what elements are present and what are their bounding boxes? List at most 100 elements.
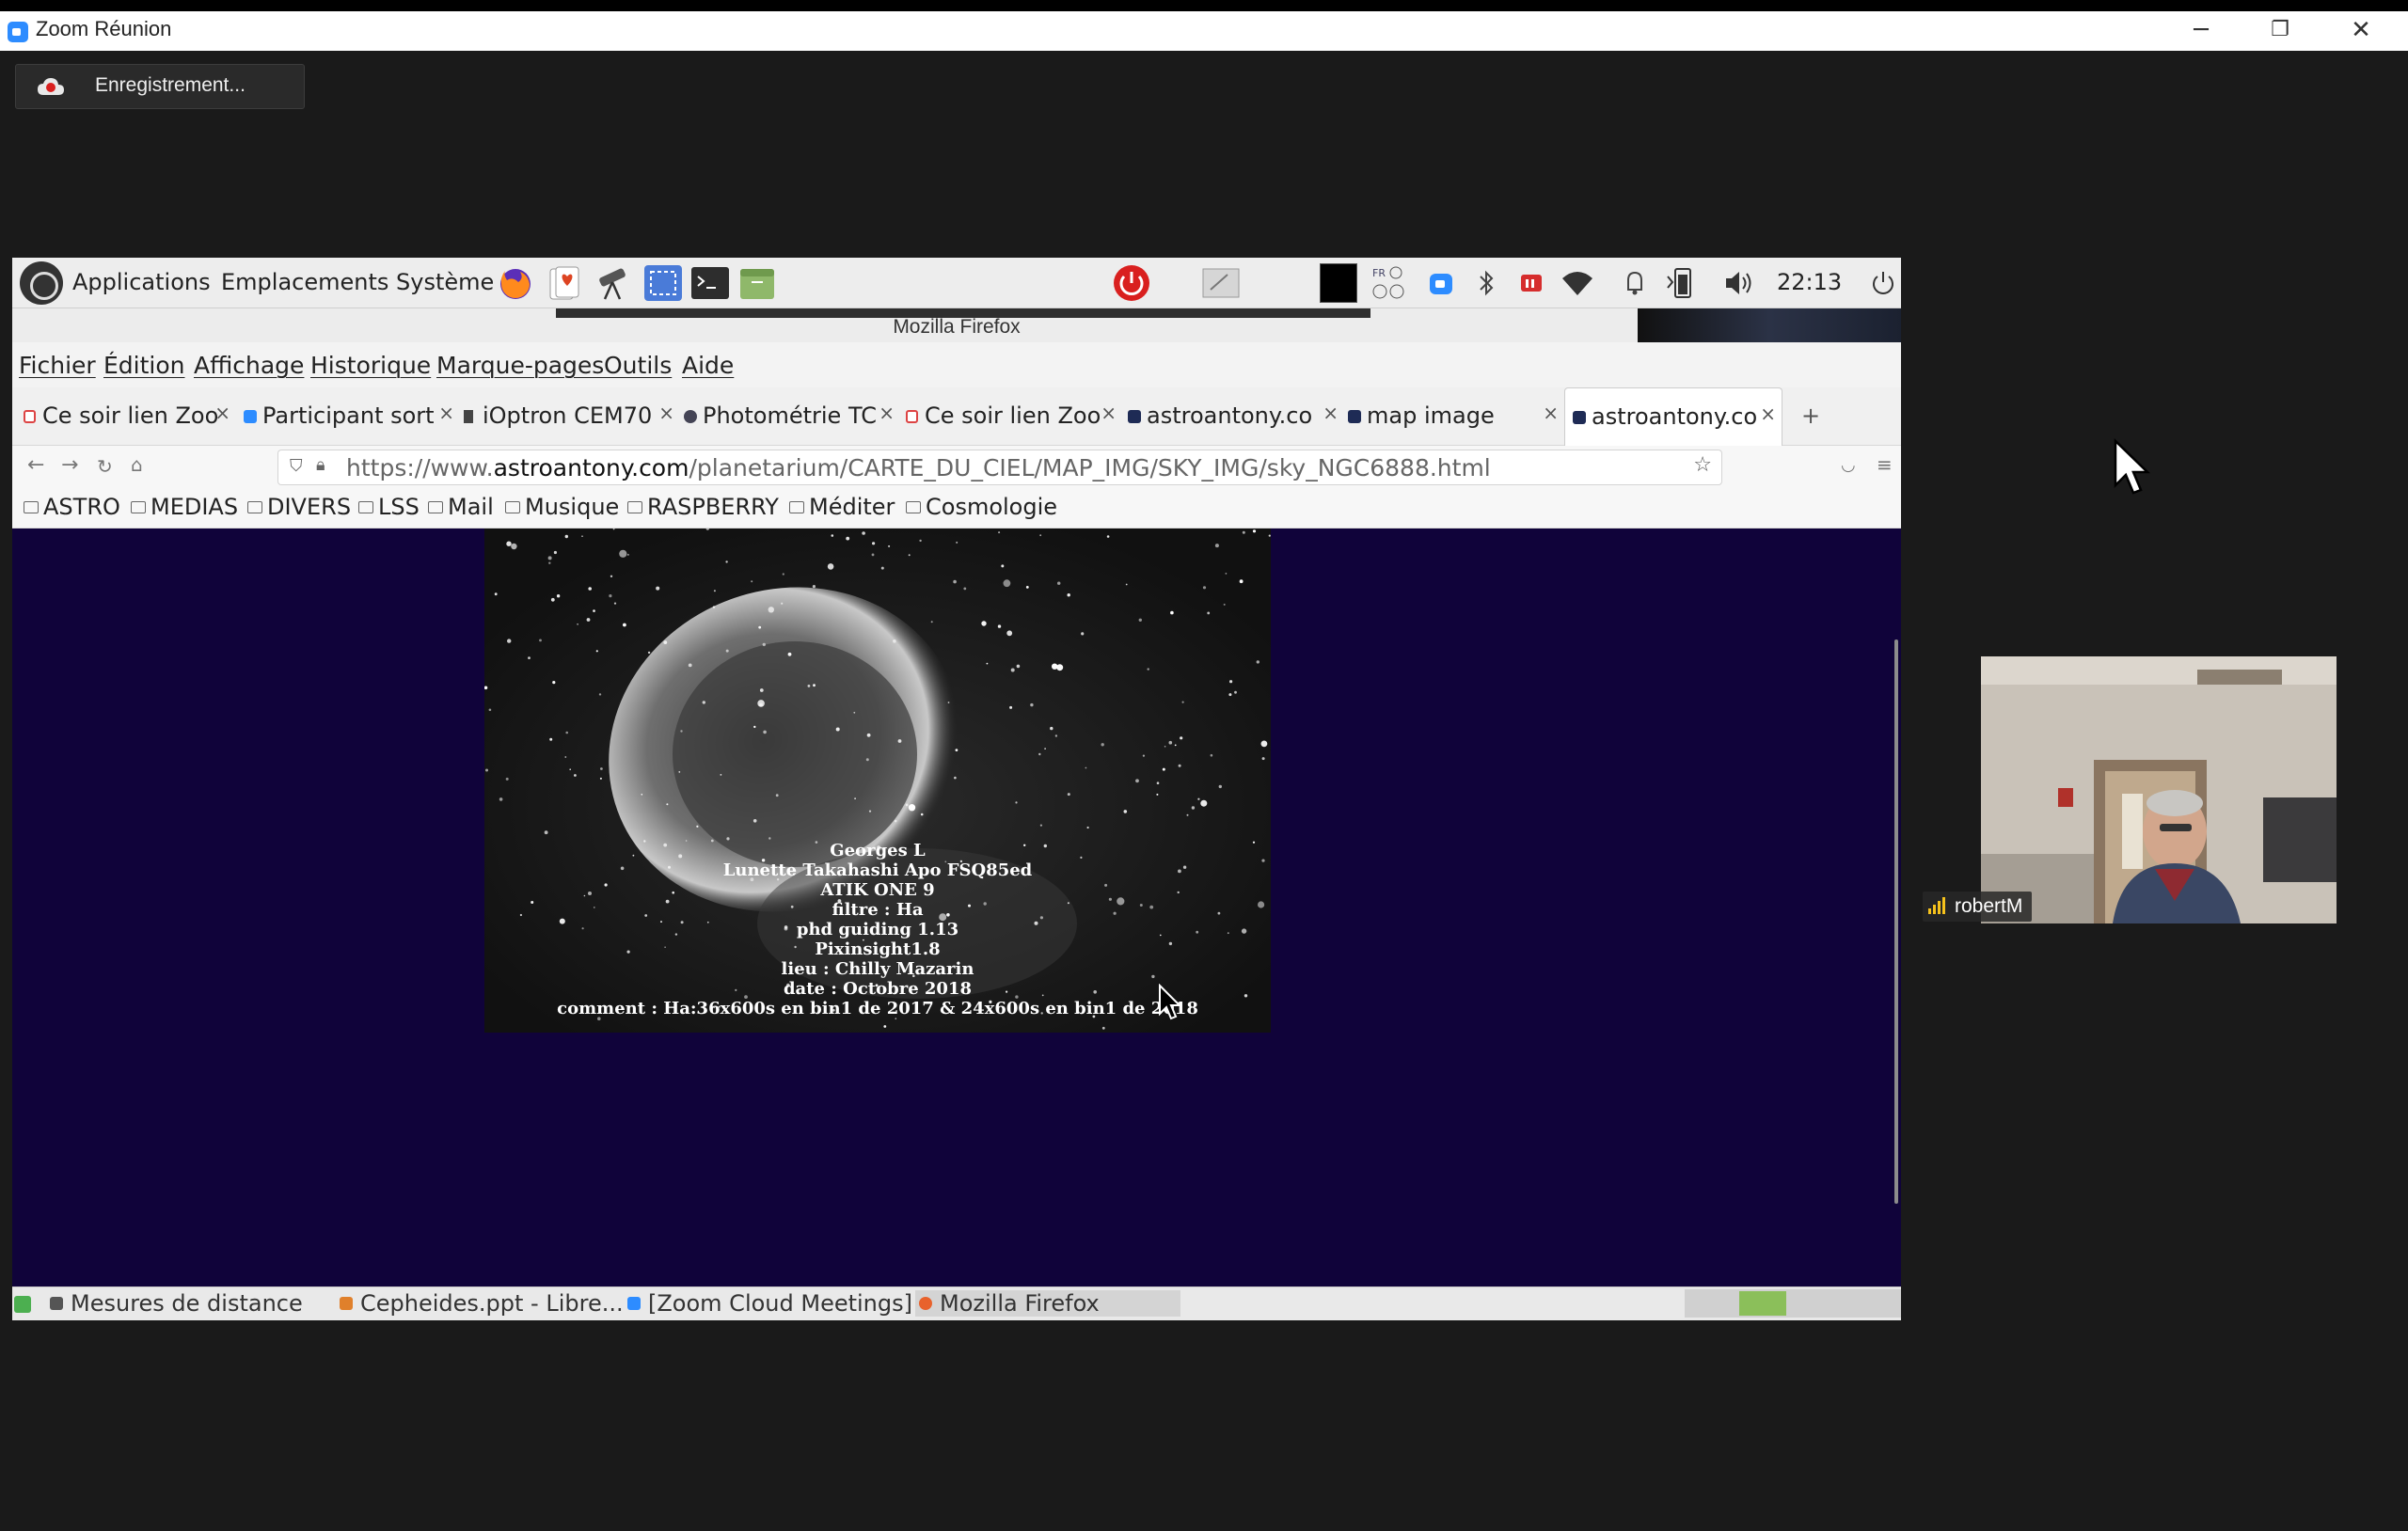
task-zoom-cloud-meetings[interactable]: [Zoom Cloud Meetings]	[627, 1290, 912, 1317]
tab-close-icon[interactable]: ×	[214, 402, 230, 424]
tab-participant[interactable]: Participant sort ×	[244, 387, 456, 446]
bookmark-divers[interactable]: DIVERS	[247, 494, 351, 520]
page-scrollbar[interactable]	[1888, 529, 1901, 1286]
tab-astroantony-active[interactable]: astroantony.co ×	[1564, 387, 1782, 446]
desktop-taskbar: Mesures de distance Cepheides.ppt - Libr…	[12, 1286, 1901, 1320]
screenshot-launcher-icon[interactable]	[642, 263, 684, 303]
menu-edition[interactable]: Édition	[103, 352, 185, 379]
media-tray-icon[interactable]	[1517, 263, 1545, 303]
star	[1142, 754, 1145, 757]
menu-emplacements[interactable]: Emplacements	[221, 269, 388, 295]
star	[775, 794, 779, 797]
firefox-launcher-icon[interactable]	[496, 263, 535, 303]
astro-icon	[1348, 410, 1361, 423]
forward-icon[interactable]: →	[61, 453, 78, 477]
wifi-icon[interactable]	[1559, 263, 1596, 303]
show-desktop-icon[interactable]	[14, 1296, 31, 1313]
menu-fichier[interactable]: Fichier	[19, 352, 96, 379]
tab-ce-soir-1[interactable]: Ce soir lien Zoo ×	[24, 387, 232, 446]
star	[713, 590, 716, 592]
bluetooth-icon[interactable]	[1472, 263, 1500, 303]
zoom-tray-icon[interactable]	[1427, 263, 1455, 303]
tracking-shield-icon[interactable]: ⛉	[290, 456, 303, 476]
task-mesures-de-distance[interactable]: Mesures de distance	[50, 1290, 303, 1317]
url-text[interactable]: https://www.astroantony.com/planetarium/…	[346, 454, 1491, 481]
notifications-bell-icon[interactable]	[1621, 263, 1649, 303]
url-bar[interactable]: ⛉ 🔒︎ https://www.astroantony.com/planeta…	[277, 450, 1722, 485]
signal-strength-icon	[1928, 897, 1945, 914]
tab-close-icon[interactable]: ×	[1543, 402, 1559, 424]
star	[548, 561, 551, 564]
star	[595, 650, 598, 653]
scrollbar-thumb[interactable]	[1894, 639, 1898, 1204]
bookmark-mail[interactable]: Mail	[428, 494, 494, 520]
workspace-switcher-icon[interactable]	[1199, 263, 1243, 303]
battery-power-icon[interactable]	[1664, 263, 1702, 303]
back-icon[interactable]: ←	[27, 453, 44, 477]
star	[1054, 734, 1058, 737]
participant-video[interactable]	[1981, 656, 2337, 923]
minimize-button[interactable]: ─	[2163, 11, 2239, 51]
workspace-active[interactable]	[1739, 1291, 1786, 1316]
cards-game-launcher-icon[interactable]	[545, 263, 584, 303]
menu-systeme[interactable]: Système	[396, 269, 494, 295]
menu-outils[interactable]: Outils	[604, 352, 672, 379]
task-mozilla-firefox[interactable]: Mozilla Firefox	[915, 1290, 1180, 1317]
star	[577, 623, 578, 625]
task-cepheides[interactable]: Cepheides.ppt - Libre...	[340, 1290, 624, 1317]
menu-historique[interactable]: Historique	[310, 352, 431, 379]
tab-ioptron[interactable]: iOptron CEM70 ×	[464, 387, 676, 446]
bookmark-medias[interactable]: MEDIAS	[131, 494, 238, 520]
menu-applications[interactable]: Applications	[72, 269, 211, 295]
tab-astroantony-1[interactable]: astroantony.co ×	[1128, 387, 1340, 446]
workspace-pager[interactable]	[1685, 1289, 1901, 1318]
mouse-cursor-icon	[1159, 984, 1182, 1020]
power-button-icon[interactable]	[1109, 263, 1154, 303]
close-button[interactable]: ✕	[2323, 11, 2399, 51]
keyboard-layout-icon[interactable]: FR	[1370, 263, 1408, 303]
tab-photometrie[interactable]: Photométrie TC ×	[684, 387, 896, 446]
bookmark-musique[interactable]: Musique	[505, 494, 619, 520]
menu-aide[interactable]: Aide	[682, 352, 734, 379]
new-tab-button[interactable]: +	[1798, 387, 1826, 446]
bookmark-lss[interactable]: LSS	[358, 494, 420, 520]
star	[866, 733, 871, 737]
home-icon[interactable]: ⌂	[131, 453, 143, 476]
telescope-launcher-icon[interactable]	[594, 263, 633, 303]
bookmark-star-icon[interactable]: ☆	[1693, 453, 1712, 477]
shutdown-icon[interactable]	[1869, 263, 1897, 303]
bookmark-astro[interactable]: ASTRO	[24, 494, 120, 520]
participant-name: robertM	[1955, 895, 2023, 917]
lock-icon[interactable]: 🔒︎	[316, 455, 325, 475]
file-manager-launcher-icon[interactable]	[737, 263, 778, 303]
tab-close-icon[interactable]: ×	[1760, 402, 1776, 425]
star	[1170, 610, 1174, 615]
volume-icon[interactable]	[1722, 263, 1756, 303]
pocket-icon[interactable]: ◡	[1841, 455, 1856, 475]
tab-close-icon[interactable]: ×	[438, 402, 454, 424]
tab-ce-soir-2[interactable]: Ce soir lien Zoo ×	[906, 387, 1118, 446]
reload-icon[interactable]: ↻	[97, 455, 113, 478]
menu-affichage[interactable]: Affichage	[194, 352, 304, 379]
recording-indicator[interactable]: Enregistrement...	[15, 64, 305, 109]
bookmark-cosmologie[interactable]: Cosmologie	[906, 494, 1057, 520]
hamburger-menu-icon[interactable]: ≡	[1877, 453, 1893, 476]
tab-map-image[interactable]: map image ×	[1348, 387, 1560, 446]
tab-close-icon[interactable]: ×	[879, 402, 895, 424]
desktop-top-panel: Applications Emplacements Système FR 22:…	[12, 258, 1901, 308]
zoom-window-title: Zoom Réunion	[36, 17, 172, 40]
mate-logo-icon[interactable]	[20, 261, 63, 305]
tab-close-icon[interactable]: ×	[1101, 402, 1117, 424]
tab-close-icon[interactable]: ×	[658, 402, 674, 424]
maximize-button[interactable]: ❐	[2242, 11, 2318, 51]
panel-clock[interactable]: 22:13	[1777, 269, 1842, 295]
bookmark-mediter[interactable]: Méditer	[789, 494, 895, 520]
terminal-launcher-icon[interactable]	[689, 263, 731, 303]
system-monitor-icon[interactable]	[1320, 263, 1357, 303]
bookmark-raspberry[interactable]: RASPBERRY	[627, 494, 779, 520]
star	[1202, 586, 1207, 590]
tab-close-icon[interactable]: ×	[1323, 402, 1339, 424]
star	[663, 640, 668, 644]
menu-marque-pages[interactable]: Marque-pages	[436, 352, 604, 379]
star	[1056, 664, 1064, 671]
